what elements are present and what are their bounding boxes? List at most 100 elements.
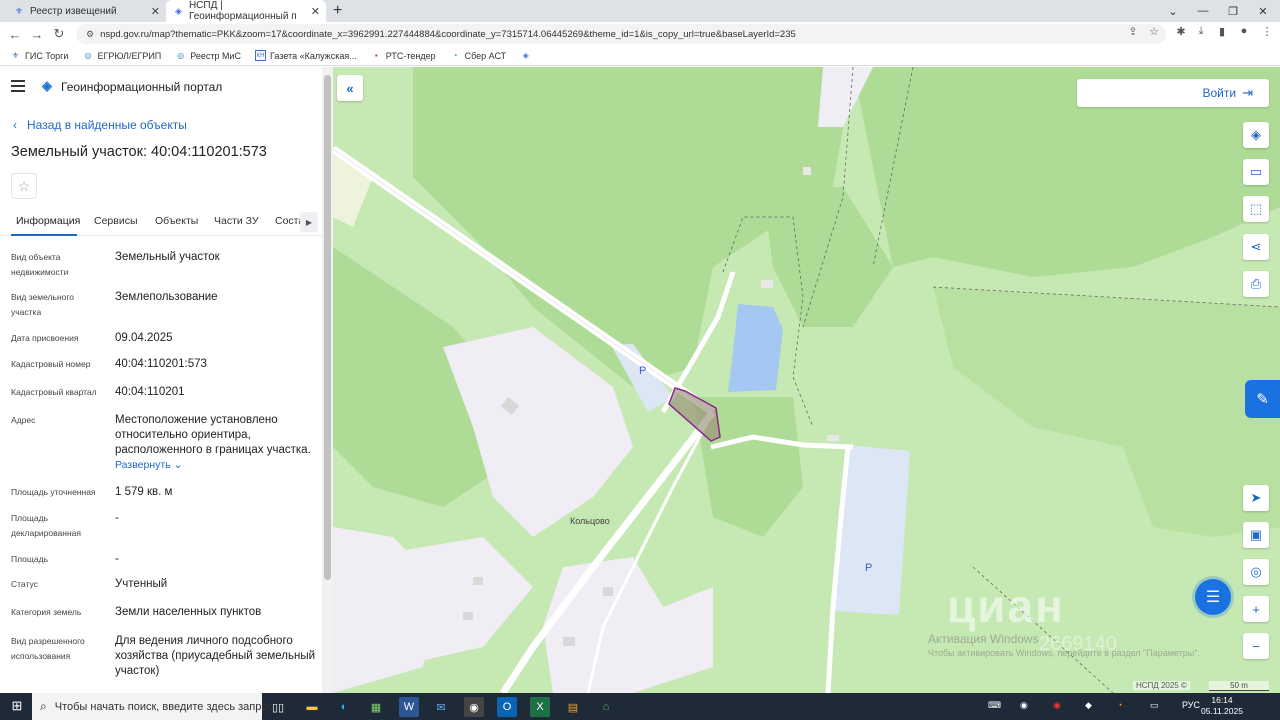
layers-button[interactable]: ◈: [1243, 122, 1269, 148]
tray-app-icon[interactable]: ◆: [1085, 700, 1092, 711]
close-icon[interactable]: ✕: [151, 5, 160, 18]
bookmark-egrul[interactable]: ◎ ЕГРЮЛ/ЕГРИП: [82, 50, 161, 61]
store-icon[interactable]: ▦: [366, 697, 386, 717]
collapse-panel-button[interactable]: «: [337, 75, 363, 101]
url-bar[interactable]: ⚙ nspd.gov.ru/map?thematic=PKK&zoom=17&c…: [76, 24, 1166, 44]
file-explorer-icon[interactable]: ▬: [302, 697, 322, 717]
download-icon[interactable]: ⤓: [1192, 25, 1210, 38]
field-value: -: [115, 553, 119, 565]
field-value: Земельный участок: [115, 251, 220, 263]
chat-button[interactable]: ☰: [1195, 579, 1231, 615]
url-text: nspd.gov.ru/map?thematic=PKK&zoom=17&coo…: [100, 28, 796, 40]
tab-info[interactable]: Информация: [16, 215, 80, 227]
task-view-icon[interactable]: ▯▯: [268, 697, 288, 717]
built-area: [363, 537, 533, 667]
gis-icon: ⚜: [11, 51, 20, 60]
building: [473, 577, 483, 585]
extensions-icon[interactable]: ✱: [1172, 25, 1190, 38]
sidepanel-icon[interactable]: ▮: [1213, 25, 1231, 38]
expand-link[interactable]: Развернуть ⌄: [115, 458, 320, 473]
browser-tab-title: Реестр извещений: [30, 5, 117, 17]
site-info-icon[interactable]: ⚙: [86, 29, 94, 40]
keyboard-icon[interactable]: ⌨: [988, 700, 1001, 711]
share-button[interactable]: ⋖: [1243, 234, 1269, 260]
tray-app-icon[interactable]: ◉: [1020, 700, 1028, 711]
building: [563, 637, 575, 646]
registry-tab-icon: ⚜: [14, 5, 24, 16]
panel-scrollbar[interactable]: [322, 67, 333, 693]
minimap-button[interactable]: ▣: [1243, 522, 1269, 548]
browser-tab[interactable]: ⚜ Реестр извещений ✕: [6, 0, 166, 22]
chat-icon: ☰: [1205, 589, 1221, 606]
back-arrow-icon[interactable]: ←: [6, 25, 24, 43]
tab-services[interactable]: Сервисы: [94, 215, 138, 227]
network-icon[interactable]: ▭: [1150, 700, 1159, 711]
field-value: 40:04:110201: [115, 386, 185, 398]
star-icon[interactable]: ☆: [1145, 25, 1163, 38]
word-icon[interactable]: W: [399, 697, 419, 717]
home-app-icon[interactable]: ⌂: [596, 697, 616, 717]
tab-objects[interactable]: Объекты: [155, 215, 198, 227]
forward-arrow-icon[interactable]: →: [28, 25, 46, 43]
browser-tab-strip: ⚜ Реестр извещений ✕ ◈ НСПД | Геоинформа…: [0, 0, 1280, 22]
nspd-tab-icon: ◈: [175, 5, 182, 16]
chrome-icon[interactable]: ◉: [464, 697, 484, 717]
map-view[interactable]: Кольцово P P « Войти ⇥ ◈ ▭ ⬚ ⋖ ⎙ ✎ ➤ ▣ ◎…: [333, 67, 1280, 693]
chevron-left-icon: ‹: [13, 118, 17, 132]
minimize-button[interactable]: —: [1188, 0, 1218, 22]
favorite-star-button[interactable]: ☆: [11, 173, 37, 199]
location-pin-icon: ◎: [1250, 564, 1262, 579]
chevron-right-icon[interactable]: ▶: [300, 212, 318, 232]
geolocation-button[interactable]: ◎: [1243, 559, 1269, 585]
scrollbar-thumb[interactable]: [324, 75, 331, 580]
map-canvas[interactable]: [333, 67, 1280, 693]
locate-button[interactable]: ➤: [1243, 485, 1269, 511]
back-link-label: Назад в найденные объекты: [27, 118, 187, 132]
menu-dots-icon[interactable]: ⋮: [1258, 25, 1276, 38]
active-tab-indicator: [11, 234, 77, 236]
navigation-arrow-icon: ➤: [1250, 490, 1262, 505]
assistant-side-button[interactable]: ✎: [1245, 380, 1280, 418]
bookmark-rts[interactable]: ▪ РТС-тендер: [371, 50, 436, 61]
portal-title: Геоинформационный портал: [61, 80, 223, 94]
new-tab-button[interactable]: +: [333, 2, 342, 20]
restore-button[interactable]: ❐: [1218, 0, 1248, 22]
excel-icon[interactable]: X: [530, 697, 550, 717]
print-button[interactable]: ⎙: [1243, 271, 1269, 297]
chevron-down-icon[interactable]: ⌄: [1158, 0, 1188, 22]
notes-icon[interactable]: ▤: [563, 697, 583, 717]
login-button[interactable]: Войти ⇥: [1077, 79, 1269, 107]
bookmark-newspaper[interactable]: КН Газета «Калужская...: [255, 50, 357, 61]
taskbar-clock[interactable]: 16:14 05.11.2025: [1200, 695, 1244, 717]
field-label: Дата присвоения: [11, 333, 79, 343]
bookmark-sber[interactable]: ◔ Сбер АСТ: [450, 50, 507, 61]
close-icon[interactable]: ✕: [311, 5, 320, 18]
outlook-icon[interactable]: O: [497, 697, 517, 717]
edge-icon[interactable]: ◐: [334, 697, 354, 717]
address-text: Местоположение установлено относительно …: [115, 414, 311, 456]
window-close-button[interactable]: ✕: [1248, 0, 1278, 22]
share-icon[interactable]: ⇪: [1124, 25, 1142, 38]
yandex-icon[interactable]: ◉: [1053, 700, 1061, 711]
measure-button[interactable]: ▭: [1243, 159, 1269, 185]
windows-start-icon[interactable]: ⊞: [10, 698, 24, 713]
taskbar-search[interactable]: ⌕ Чтобы начать поиск, введите здесь запр…: [32, 693, 273, 720]
bookmark-gis-torgi[interactable]: ⚜ ГИС Торги: [10, 50, 69, 61]
tab-parts[interactable]: Части ЗУ: [214, 215, 259, 227]
browser-tab-active[interactable]: ◈ НСПД | Геоинформационный п ✕: [166, 0, 326, 22]
bookmark-registry[interactable]: ◎ Реестр МиС: [175, 50, 241, 61]
profile-icon[interactable]: ●: [1235, 25, 1253, 37]
select-area-button[interactable]: ⬚: [1243, 196, 1269, 222]
reload-icon[interactable]: ↻: [50, 25, 68, 43]
field-label: Адрес: [11, 415, 36, 425]
zoom-out-button[interactable]: −: [1243, 633, 1269, 659]
back-to-results-link[interactable]: ‹ Назад в найденные объекты: [13, 118, 187, 132]
firefox-icon[interactable]: ◔: [1117, 700, 1122, 710]
zoom-in-button[interactable]: +: [1243, 596, 1269, 622]
clock-time: 16:14: [1211, 695, 1233, 705]
language-indicator[interactable]: РУС: [1182, 700, 1200, 710]
menu-icon[interactable]: [11, 80, 25, 92]
bookmark-nspd[interactable]: ◈: [520, 50, 535, 61]
mail-icon[interactable]: ✉: [431, 697, 451, 717]
field-value: -: [115, 512, 119, 524]
